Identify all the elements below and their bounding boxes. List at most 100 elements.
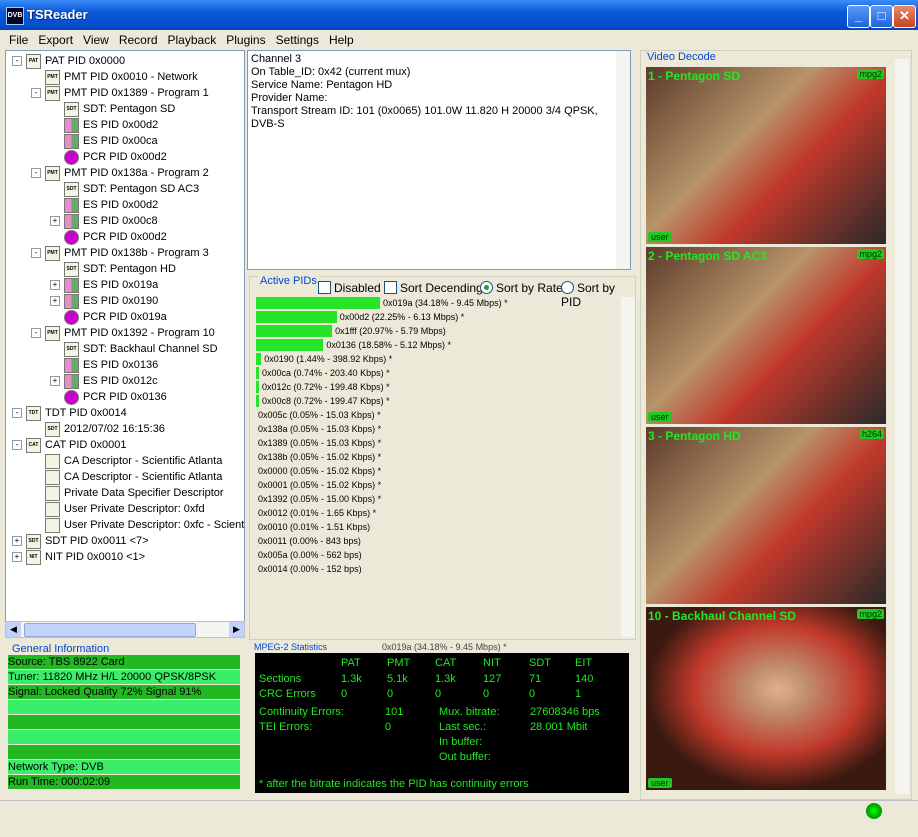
pid-rate-list[interactable]: 0x019a (34.18% - 9.45 Mbps) * 0x00d2 (22.… xyxy=(250,297,620,637)
tree-node[interactable]: - TDT TDT PID 0x0014 xyxy=(12,405,127,421)
tree-node[interactable]: PCR PID 0x0136 xyxy=(50,389,167,405)
maximize-button[interactable]: □ xyxy=(870,5,893,28)
tree-node[interactable]: ES PID 0x00d2 xyxy=(50,117,158,133)
pid-rate-row[interactable]: 0x1392 (0.05% - 15.00 Kbps) * xyxy=(256,493,616,505)
pid-rate-row[interactable]: 0x0012 (0.01% - 1.65 Kbps) * xyxy=(256,507,616,519)
menu-plugins[interactable]: Plugins xyxy=(221,30,270,50)
tree-node[interactable]: + ES PID 0x019a xyxy=(50,277,158,293)
pid-rate-row[interactable]: 0x00d2 (22.25% - 6.13 Mbps) * xyxy=(256,311,616,323)
tree-node[interactable]: - CAT CAT PID 0x0001 xyxy=(12,437,127,453)
tree-node[interactable]: + SDT SDT PID 0x0011 <7> xyxy=(12,533,149,549)
video-tile[interactable]: 2 - Pentagon SD AC3 mpg2 user xyxy=(646,247,886,424)
tree-horizontal-scrollbar[interactable]: ◀ ▶ xyxy=(5,621,245,638)
collapse-icon[interactable]: - xyxy=(31,248,41,259)
collapse-icon[interactable]: - xyxy=(31,168,41,179)
video-tile[interactable]: 3 - Pentagon HD h264 xyxy=(646,427,886,604)
tree-node[interactable]: - PMT PMT PID 0x138b - Program 3 xyxy=(31,245,209,261)
menu-record[interactable]: Record xyxy=(114,30,163,50)
tree-node[interactable]: - PMT PMT PID 0x1389 - Program 1 xyxy=(31,85,209,101)
expand-icon[interactable]: + xyxy=(50,280,60,291)
sort-descending-checkbox[interactable]: Sort Decending xyxy=(384,281,483,295)
tree-node[interactable]: SDT SDT: Pentagon HD xyxy=(50,261,176,277)
scroll-right-icon[interactable]: ▶ xyxy=(229,622,244,637)
tree-node[interactable]: User Private Descriptor: 0xfd xyxy=(31,501,205,517)
tree-node[interactable]: PCR PID 0x00d2 xyxy=(50,149,167,165)
pid-rate-row[interactable]: 0x0014 (0.00% - 152 bps) xyxy=(256,563,616,575)
video-scrollbar[interactable] xyxy=(895,59,909,794)
pid-list-scrollbar[interactable] xyxy=(621,297,635,637)
tree-node[interactable]: ES PID 0x00d2 xyxy=(50,197,158,213)
pid-rate-row[interactable]: 0x019a (34.18% - 9.45 Mbps) * xyxy=(256,297,616,309)
collapse-icon[interactable]: - xyxy=(12,56,22,67)
user-badge[interactable]: user xyxy=(648,232,672,242)
pid-info-text[interactable]: Channel 3 On Table_ID: 0x42 (current mux… xyxy=(247,50,631,270)
video-tile[interactable]: 10 - Backhaul Channel SD mpg2 user xyxy=(646,607,886,790)
sort-by-rate-radio[interactable]: Sort by Rate xyxy=(480,281,563,295)
pid-rate-row[interactable]: 0x0010 (0.01% - 1.51 Kbps) xyxy=(256,521,616,533)
tree-node[interactable]: User Private Descriptor: 0xfc - Scientif… xyxy=(31,517,244,533)
pid-rate-row[interactable]: 0x0001 (0.05% - 15.02 Kbps) * xyxy=(256,479,616,491)
tree-node[interactable]: + ES PID 0x012c xyxy=(50,373,158,389)
pid-rate-row[interactable]: 0x005c (0.05% - 15.03 Kbps) * xyxy=(256,409,616,421)
menu-playback[interactable]: Playback xyxy=(163,30,222,50)
pid-rate-row[interactable]: 0x1389 (0.05% - 15.03 Kbps) * xyxy=(256,437,616,449)
tree-node[interactable]: ES PID 0x00ca xyxy=(50,133,158,149)
disabled-checkbox[interactable]: Disabled xyxy=(318,281,381,295)
collapse-icon[interactable]: - xyxy=(12,408,22,419)
pid-rate-row[interactable]: 0x0011 (0.00% - 843 bps) xyxy=(256,535,616,547)
pid-rate-row[interactable]: 0x005a (0.00% - 562 bps) xyxy=(256,549,616,561)
tree-node[interactable]: CA Descriptor - Scientific Atlanta xyxy=(31,453,222,469)
tree-node[interactable]: - PAT PAT PID 0x0000 xyxy=(12,53,125,69)
scroll-left-icon[interactable]: ◀ xyxy=(6,622,21,637)
tree-node[interactable]: SDT SDT: Pentagon SD xyxy=(50,101,175,117)
pid-rate-row[interactable]: 0x138a (0.05% - 15.03 Kbps) * xyxy=(256,423,616,435)
pid-rate-row[interactable]: 0x1fff (20.97% - 5.79 Mbps) xyxy=(256,325,616,337)
pid-rate-row[interactable]: 0x012c (0.72% - 199.48 Kbps) * xyxy=(256,381,616,393)
collapse-icon[interactable]: - xyxy=(12,440,22,451)
expand-icon[interactable]: + xyxy=(50,296,60,307)
tree-node[interactable]: PCR PID 0x00d2 xyxy=(50,229,167,245)
expand-icon[interactable]: + xyxy=(50,216,60,227)
collapse-icon[interactable]: - xyxy=(31,88,41,99)
tree-node[interactable]: + ES PID 0x0190 xyxy=(50,293,158,309)
pid-rate-bar xyxy=(256,395,259,407)
crc-label: CRC Errors xyxy=(259,688,316,700)
menu-export[interactable]: Export xyxy=(33,30,78,50)
pid-rate-row[interactable]: 0x138b (0.05% - 15.02 Kbps) * xyxy=(256,451,616,463)
menu-view[interactable]: View xyxy=(78,30,114,50)
expand-icon[interactable]: + xyxy=(50,376,60,387)
menu-file[interactable]: File xyxy=(4,30,33,50)
pid-rate-row[interactable]: 0x0190 (1.44% - 398.92 Kbps) * xyxy=(256,353,616,365)
scroll-thumb[interactable] xyxy=(24,623,196,637)
pid-rate-row[interactable]: 0x0136 (18.58% - 5.12 Mbps) * xyxy=(256,339,616,351)
pid-rate-row[interactable]: 0x00c8 (0.72% - 199.47 Kbps) * xyxy=(256,395,616,407)
info-vertical-scrollbar[interactable] xyxy=(616,51,630,269)
pid-tree[interactable]: - PAT PAT PID 0x0000 PMT PMT PID 0x0010 - Ne… xyxy=(5,50,245,622)
tree-node[interactable]: PCR PID 0x019a xyxy=(50,309,167,325)
tree-node[interactable]: SDT SDT: Pentagon SD AC3 xyxy=(50,181,199,197)
tree-node[interactable]: CA Descriptor - Scientific Atlanta xyxy=(31,469,222,485)
pid-rate-row[interactable]: 0x00ca (0.74% - 203.40 Kbps) * xyxy=(256,367,616,379)
sdt-icon: SDT xyxy=(64,341,79,357)
pmt-icon: PMT xyxy=(45,245,60,261)
close-button[interactable]: ✕ xyxy=(893,5,916,28)
pid-rate-row[interactable]: 0x0000 (0.05% - 15.02 Kbps) * xyxy=(256,465,616,477)
user-badge[interactable]: user xyxy=(648,778,672,788)
expand-icon[interactable]: + xyxy=(12,536,22,547)
tree-node[interactable]: - PMT PMT PID 0x138a - Program 2 xyxy=(31,165,209,181)
video-tile[interactable]: 1 - Pentagon SD mpg2 user xyxy=(646,67,886,244)
expand-icon[interactable]: + xyxy=(12,552,22,563)
tree-node[interactable]: Private Data Specifier Descriptor xyxy=(31,485,224,501)
collapse-icon[interactable]: - xyxy=(31,328,41,339)
user-badge[interactable]: user xyxy=(648,412,672,422)
tree-node[interactable]: SDT SDT: Backhaul Channel SD xyxy=(50,341,218,357)
menu-help[interactable]: Help xyxy=(324,30,359,50)
minimize-button[interactable]: _ xyxy=(847,5,870,28)
menu-settings[interactable]: Settings xyxy=(271,30,324,50)
tree-node[interactable]: + ES PID 0x00c8 xyxy=(50,213,158,229)
tree-node[interactable]: + NIT NIT PID 0x0010 <1> xyxy=(12,549,145,565)
tree-node[interactable]: SDT 2012/07/02 16:15:36 xyxy=(31,421,165,437)
tree-node[interactable]: PMT PMT PID 0x0010 - Network xyxy=(31,69,198,85)
tree-node[interactable]: ES PID 0x0136 xyxy=(50,357,158,373)
tree-node[interactable]: - PMT PMT PID 0x1392 - Program 10 xyxy=(31,325,215,341)
